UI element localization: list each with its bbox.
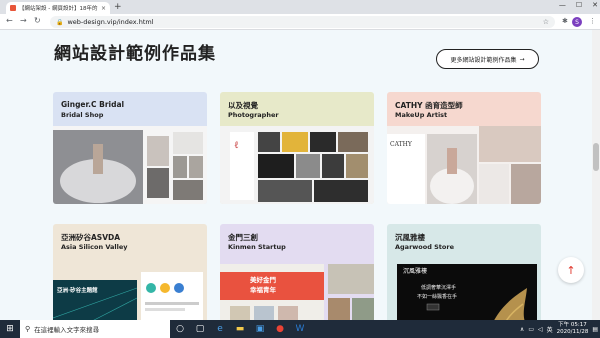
card-subtitle: Kinmen Startup xyxy=(228,243,286,251)
card-subtitle: Agarwood Store xyxy=(395,243,454,251)
lock-icon: 🔒 xyxy=(56,18,64,26)
page-content: 網站設計範例作品集 更多網站設計範例作品集 → Ginger.C Bridal … xyxy=(0,30,600,320)
window-controls: — ☐ ✕ xyxy=(559,1,598,9)
browser-toolbar: ← → ↻ 🔒 web-design.vip/index.html ☆ ✱ ⋮ xyxy=(0,14,600,30)
portfolio-card[interactable]: 亞洲矽谷ASVDA Asia Silicon Valley 亞洲·矽谷主題館 xyxy=(53,224,207,320)
card5-banner-line2: 幸福青年 xyxy=(250,286,276,294)
page-title: 網站設計範例作品集 xyxy=(54,44,216,64)
scroll-to-top-button[interactable]: ↑ xyxy=(558,257,584,283)
card6-logo: 沉風雅樓 xyxy=(403,268,428,275)
card-title: 亞洲矽谷ASVDA xyxy=(61,233,121,242)
windows-start-icon[interactable]: ⊞ xyxy=(0,320,20,338)
card4-banner-text: 亞洲·矽谷主題館 xyxy=(57,288,98,294)
taskbar: ⊞ ⚲ 在這裡輸入文字來搜尋 ○ ▢ e ▬ ▣ ● W ∧ ▭ ◁ 英 下午 … xyxy=(0,320,600,338)
clock-date: 2020/11/28 xyxy=(556,329,589,335)
search-icon: ⚲ xyxy=(25,325,31,333)
arrow-right-icon: → xyxy=(519,55,525,63)
extensions-icon[interactable]: ✱ xyxy=(562,17,568,25)
new-tab-button[interactable]: + xyxy=(114,2,122,12)
svg-text:CATHY: CATHY xyxy=(390,141,413,148)
store-icon[interactable]: ▣ xyxy=(250,320,270,338)
card-preview-image: 沉風雅樓 低調奢華沉澤手 不如一絲飄香在手 xyxy=(387,258,541,320)
reload-icon[interactable]: ↻ xyxy=(34,16,41,25)
forward-icon[interactable]: → xyxy=(20,16,27,25)
scrollbar-thumb[interactable] xyxy=(593,143,599,171)
back-icon[interactable]: ← xyxy=(6,16,13,25)
card-subtitle: MakeUp Artist xyxy=(395,111,448,119)
chrome-icon[interactable]: ● xyxy=(270,320,290,338)
card-title: 沉風雅樓 xyxy=(395,233,425,242)
favicon-icon xyxy=(10,5,16,11)
address-bar[interactable]: 🔒 web-design.vip/index.html ☆ xyxy=(50,16,555,28)
edge-icon[interactable]: e xyxy=(210,320,230,338)
card-preview-image: 美好金門 幸福青年 xyxy=(220,258,374,320)
bookmark-star-icon[interactable]: ☆ xyxy=(543,18,549,26)
card-preview-image: ℓ xyxy=(220,126,374,204)
card-preview-image: 亞洲·矽谷主題館 xyxy=(53,258,207,320)
maximize-icon[interactable]: ☐ xyxy=(576,1,582,9)
portfolio-card[interactable]: Ginger.C Bridal Bridal Shop xyxy=(53,92,207,204)
taskbar-search-input[interactable]: ⚲ 在這裡輸入文字來搜尋 xyxy=(20,320,170,338)
minimize-icon[interactable]: — xyxy=(559,1,566,9)
card-title: 以及視覺 xyxy=(228,101,258,110)
file-explorer-icon[interactable]: ▬ xyxy=(230,320,250,338)
card-subtitle: Asia Silicon Valley xyxy=(61,243,128,251)
system-tray: ∧ ▭ ◁ 英 下午 05:17 2020/11/28 ▤ xyxy=(520,320,598,338)
portfolio-card[interactable]: 金門三創 Kinmen Startup 美好金門 幸福青年 xyxy=(220,224,374,320)
url-text: web-design.vip/index.html xyxy=(67,18,154,26)
card-subtitle: Bridal Shop xyxy=(61,111,104,119)
close-window-icon[interactable]: ✕ xyxy=(592,1,598,9)
task-view-icon[interactable]: ▢ xyxy=(190,320,210,338)
chevron-up-icon[interactable]: ∧ xyxy=(520,326,524,333)
portfolio-card[interactable]: 以及視覺 Photographer ℓ xyxy=(220,92,374,204)
card-title: Ginger.C Bridal xyxy=(61,100,125,109)
menu-kebab-icon[interactable]: ⋮ xyxy=(589,17,596,25)
browser-tab[interactable]: 【網站架設 - 網頁設計】18年的 × xyxy=(6,2,110,14)
card-title: 金門三創 xyxy=(228,233,258,242)
taskbar-search-placeholder: 在這裡輸入文字來搜尋 xyxy=(34,326,100,334)
volume-icon[interactable]: ◁ xyxy=(538,326,543,333)
svg-text:ℓ: ℓ xyxy=(234,140,239,151)
card-preview-image xyxy=(53,126,207,204)
more-portfolio-button[interactable]: 更多網站設計範例作品集 → xyxy=(436,49,539,69)
clock[interactable]: 下午 05:17 2020/11/28 xyxy=(557,322,589,336)
tab-title: 【網站架設 - 網頁設計】18年的 xyxy=(19,6,98,12)
clock-time: 下午 05:17 xyxy=(558,322,587,328)
tab-close-icon[interactable]: × xyxy=(101,5,106,12)
tab-bar: 【網站架設 - 網頁設計】18年的 × + — ☐ ✕ xyxy=(0,0,600,14)
card-preview-image: CATHY xyxy=(387,126,541,204)
word-icon[interactable]: W xyxy=(290,320,310,338)
portfolio-card[interactable]: CATHY 函育造型師 MakeUp Artist CATHY xyxy=(387,92,541,204)
card-title: CATHY 函育造型師 xyxy=(395,101,463,110)
page-scrollbar[interactable] xyxy=(592,30,600,320)
card6-line2: 不如一絲飄香在手 xyxy=(417,294,458,300)
card5-banner-line1: 美好金門 xyxy=(250,276,276,284)
card6-line1: 低調奢華沉澤手 xyxy=(421,285,457,291)
ime-indicator[interactable]: 英 xyxy=(547,325,553,334)
avatar[interactable]: S xyxy=(572,17,582,27)
card-subtitle: Photographer xyxy=(228,111,279,119)
notification-icon[interactable]: ▤ xyxy=(592,326,598,333)
more-portfolio-label: 更多網站設計範例作品集 xyxy=(450,56,517,64)
cortana-icon[interactable]: ○ xyxy=(170,320,190,338)
portfolio-card[interactable]: 沉風雅樓 Agarwood Store 沉風雅樓 低調奢華沉澤手 不如一絲飄香在… xyxy=(387,224,541,320)
network-icon[interactable]: ▭ xyxy=(528,326,534,333)
